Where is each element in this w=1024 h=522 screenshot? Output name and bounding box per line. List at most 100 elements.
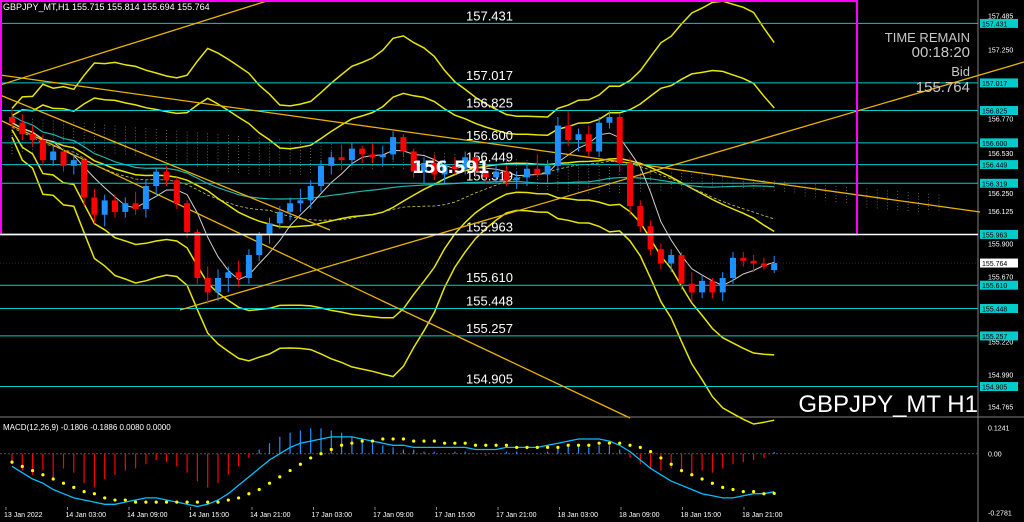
- level-tag: 157.017: [982, 81, 1007, 88]
- candle-body: [730, 257, 736, 278]
- candle-body: [348, 148, 355, 161]
- candle-body: [153, 171, 160, 186]
- macd-signal-dot: [206, 500, 210, 504]
- price-tick-label: 156.770: [988, 116, 1013, 123]
- macd-panel: 0.1241 0.00 -0.2781: [10, 426, 1012, 517]
- macd-signal-dot: [597, 441, 601, 445]
- candle-body: [297, 200, 304, 204]
- macd-signal-dot: [340, 443, 344, 447]
- time-tick-label: 14 Jan 15:00: [189, 512, 230, 519]
- level-label: 157.431: [466, 8, 513, 23]
- macd-signal-dot: [412, 439, 416, 443]
- price-chart[interactable]: 157.431 157.017 156.825 156.600 156.449 156.3…: [0, 0, 1024, 522]
- macd-signal-dot: [237, 496, 241, 500]
- candle-body: [627, 163, 633, 207]
- candle-body: [19, 122, 26, 135]
- macd-signal-dot: [463, 441, 467, 445]
- candle-body: [60, 151, 67, 166]
- candle-body: [565, 125, 572, 140]
- macd-signal-dot: [628, 443, 632, 447]
- macd-signal-dot: [721, 485, 725, 490]
- macd-signal-dot: [154, 500, 158, 504]
- chart-window: 157.431 157.017 156.825 156.600 156.449 156.3…: [0, 0, 1024, 522]
- macd-signal-dot: [92, 492, 96, 496]
- macd-signal-dot: [381, 437, 385, 441]
- trend-lines: [0, 0, 1024, 419]
- candle-body: [740, 257, 747, 261]
- macd-signal-dot: [443, 441, 447, 445]
- level-tag: 155.963: [982, 232, 1007, 239]
- candle-body: [215, 278, 221, 293]
- macd-signal-dot: [288, 468, 292, 473]
- level-tag: 155.610: [982, 283, 1007, 290]
- candle-body: [379, 154, 386, 158]
- price-tick-label: 154.765: [988, 405, 1013, 412]
- trend-line: [0, 94, 331, 231]
- macd-signal-dot: [123, 498, 127, 502]
- macd-signal-dot: [504, 443, 508, 447]
- candle-body: [544, 165, 551, 175]
- macd-signal-dot: [700, 477, 704, 481]
- macd-signal-dot: [61, 481, 66, 485]
- macd-signal-dot: [546, 445, 550, 449]
- symbol-header: GBPJPY_MT,H1 155.715 155.814 155.694 155…: [3, 2, 210, 12]
- macd-signal-dot: [484, 443, 488, 447]
- candle-body: [513, 177, 520, 181]
- macd-signal-dot: [649, 449, 653, 454]
- candle-body: [122, 203, 129, 212]
- candle-body: [328, 157, 335, 166]
- macd-signal-dot: [607, 441, 612, 445]
- level-label: 157.017: [466, 68, 513, 83]
- price-tick-label: 157.250: [988, 47, 1013, 54]
- price-tick-label: 156.250: [988, 191, 1013, 198]
- macd-signal-dot: [298, 462, 302, 466]
- candle-body: [194, 232, 201, 278]
- candle-body: [163, 171, 170, 181]
- candle-body: [307, 186, 314, 201]
- candle-body: [709, 280, 716, 293]
- candle-body: [173, 180, 180, 204]
- candle-body: [256, 234, 263, 255]
- bid-label: Bid: [951, 64, 970, 79]
- candle-body: [585, 134, 592, 152]
- macd-header: MACD(12,26,9) -0.1806 -0.1886 0.0080 0.0…: [3, 423, 171, 432]
- level-tag: 156.319: [982, 181, 1007, 188]
- candle-body: [668, 255, 675, 264]
- level-tag: 156.449: [982, 163, 1007, 170]
- macd-signal-dot: [515, 445, 519, 449]
- candle-body: [70, 160, 77, 166]
- candle-body: [678, 255, 685, 284]
- macd-signal-dot: [175, 500, 179, 504]
- macd-signal-dot: [216, 500, 220, 504]
- candle-body: [719, 278, 726, 293]
- candle-body: [554, 125, 561, 166]
- macd-signal-dot: [690, 473, 694, 477]
- range-box: [0, 0, 858, 236]
- macd-signal-dot: [82, 490, 86, 494]
- macd-signal-dot: [350, 441, 354, 445]
- time-tick-label: 18 Jan 09:00: [619, 512, 660, 519]
- macd-signal-dot: [360, 439, 364, 443]
- macd-signal-dot: [144, 500, 148, 504]
- macd-tick-label: 0.00: [988, 452, 1002, 459]
- candle-body: [688, 283, 695, 293]
- candle-body: [606, 117, 613, 123]
- macd-signal-dot: [401, 437, 405, 441]
- candle-body: [400, 137, 407, 152]
- time-tick-label: 18 Jan 15:00: [681, 512, 722, 519]
- level-tag: 155.257: [982, 334, 1007, 341]
- candle-body: [318, 165, 324, 186]
- macd-signal-dot: [164, 500, 169, 504]
- bollinger-lower: [11, 129, 775, 356]
- macd-signal-dot: [587, 443, 591, 447]
- macd-signal-dot: [391, 437, 395, 441]
- current-price-tag: 155.764: [982, 261, 1007, 268]
- candle-body: [39, 140, 46, 161]
- trend-line: [179, 61, 1024, 311]
- macd-signal-dot: [638, 445, 642, 449]
- macd-signal-dot: [329, 447, 333, 452]
- candle-body: [235, 272, 242, 278]
- level-tag: 157.431: [982, 21, 1007, 28]
- candle-body: [657, 249, 664, 264]
- candle-body: [81, 160, 88, 198]
